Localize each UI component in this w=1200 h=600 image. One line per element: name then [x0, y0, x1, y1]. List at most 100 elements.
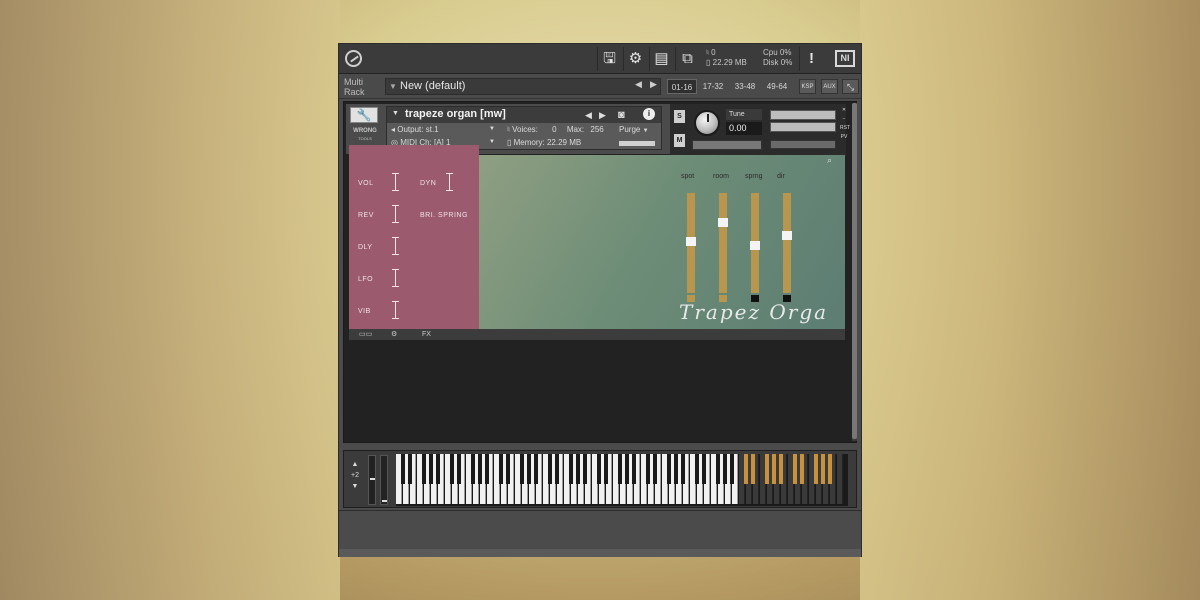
black-key[interactable] [436, 454, 440, 484]
solo-button[interactable]: S [674, 110, 685, 123]
tab-01-16[interactable]: 01-16 [667, 79, 697, 94]
next-instrument-icon[interactable]: ▶ [599, 110, 606, 121]
black-key[interactable] [779, 454, 783, 484]
midi-dropdown-icon[interactable]: ▼ [489, 139, 495, 145]
black-key[interactable] [751, 454, 755, 484]
black-key[interactable] [632, 454, 636, 484]
black-key[interactable] [828, 454, 832, 484]
black-key[interactable] [681, 454, 685, 484]
black-key[interactable] [772, 454, 776, 484]
black-key[interactable] [408, 454, 412, 484]
slider-dir[interactable] [782, 193, 792, 302]
output-dropdown-icon[interactable]: ▼ [489, 126, 495, 132]
black-key[interactable] [765, 454, 769, 484]
black-key[interactable] [478, 454, 482, 484]
black-key[interactable] [814, 454, 818, 484]
black-key[interactable] [716, 454, 720, 484]
black-key[interactable] [604, 454, 608, 484]
black-key[interactable] [674, 454, 678, 484]
piano-keyboard[interactable] [396, 454, 848, 506]
pitch-bend-wheel[interactable] [368, 455, 376, 505]
black-key[interactable] [695, 454, 699, 484]
aux-button[interactable]: AUX [821, 79, 838, 94]
black-key[interactable] [744, 454, 748, 484]
black-key[interactable] [548, 454, 552, 484]
octave-down-icon[interactable]: ▼ [348, 481, 362, 492]
slider-handle-dir[interactable] [782, 231, 792, 240]
instrument-title[interactable]: trapeze organ [mw] [405, 108, 506, 120]
black-key[interactable] [422, 454, 426, 484]
black-key[interactable] [527, 454, 531, 484]
black-key[interactable] [618, 454, 622, 484]
black-key[interactable] [793, 454, 797, 484]
collapse-arrow-icon[interactable]: ▼ [392, 110, 399, 117]
black-key[interactable] [485, 454, 489, 484]
multi-name-field[interactable]: ▼ New (default) [385, 78, 661, 95]
slider-handle-room[interactable] [718, 218, 728, 227]
white-key[interactable] [837, 454, 843, 504]
black-key[interactable] [506, 454, 510, 484]
vib-slider[interactable] [392, 301, 399, 319]
view-button[interactable]: ▤ [649, 47, 673, 71]
tune-knob[interactable] [694, 110, 720, 136]
vol-slider[interactable] [392, 173, 399, 191]
black-key[interactable] [821, 454, 825, 484]
rst-button[interactable]: RST [840, 124, 850, 133]
slider-room[interactable] [718, 193, 728, 302]
black-key[interactable] [429, 454, 433, 484]
close-icon[interactable]: ✕ [840, 106, 848, 115]
mute-button[interactable]: M [674, 134, 685, 147]
black-key[interactable] [583, 454, 587, 484]
black-key[interactable] [800, 454, 804, 484]
tab-33-48[interactable]: 33-48 [730, 79, 760, 94]
prev-instrument-icon[interactable]: ◀ [585, 110, 592, 121]
camera-icon[interactable]: ◙ [618, 109, 625, 121]
tab-17-32[interactable]: 17-32 [698, 79, 728, 94]
kontakt-logo-icon[interactable] [345, 50, 362, 67]
slider-sprng[interactable] [750, 193, 760, 302]
octave-up-icon[interactable]: ▲ [348, 459, 362, 470]
purge-button[interactable]: Purge ▼ [619, 124, 649, 137]
wrench-icon[interactable]: 🔧 [350, 107, 378, 123]
black-key[interactable] [667, 454, 671, 484]
black-key[interactable] [450, 454, 454, 484]
book-icon[interactable]: ▭▭ [359, 329, 372, 340]
options-button[interactable]: ⚙ [623, 47, 647, 71]
black-key[interactable] [401, 454, 405, 484]
tune-value[interactable]: 0.00 [726, 122, 762, 135]
rev-slider[interactable] [392, 205, 399, 223]
search-icon[interactable]: ⌕ [827, 155, 832, 166]
black-key[interactable] [723, 454, 727, 484]
resize-button[interactable]: ⧉ [675, 47, 699, 71]
black-key[interactable] [520, 454, 524, 484]
black-key[interactable] [625, 454, 629, 484]
save-button[interactable]: 🖫 [597, 47, 621, 71]
slider-handle-sprng[interactable] [750, 241, 760, 250]
settings-icon[interactable]: ⚙ [391, 329, 397, 340]
alert-button[interactable]: ! [799, 47, 823, 71]
rack-scrollbar[interactable] [852, 103, 857, 441]
output-row[interactable]: ◂ Output: st.1 [391, 124, 439, 136]
dyn-slider[interactable] [446, 173, 453, 191]
black-key[interactable] [646, 454, 650, 484]
tab-49-64[interactable]: 49-64 [762, 79, 792, 94]
black-key[interactable] [457, 454, 461, 484]
black-key[interactable] [702, 454, 706, 484]
prev-multi-icon[interactable]: ◀ [635, 79, 642, 90]
slider-handle-spot[interactable] [686, 237, 696, 246]
dly-slider[interactable] [392, 237, 399, 255]
black-key[interactable] [569, 454, 573, 484]
max-value[interactable]: 256 [590, 125, 603, 134]
pv-button[interactable]: PV [840, 133, 848, 142]
fx-tab[interactable]: FX [422, 329, 431, 340]
mod-wheel[interactable] [380, 455, 388, 505]
pan-slider[interactable] [692, 140, 762, 150]
black-key[interactable] [555, 454, 559, 484]
lfo-slider[interactable] [392, 269, 399, 287]
black-key[interactable] [534, 454, 538, 484]
info-icon[interactable]: i [643, 108, 655, 120]
black-key[interactable] [576, 454, 580, 484]
next-multi-icon[interactable]: ▶ [650, 79, 657, 90]
black-key[interactable] [653, 454, 657, 484]
black-key[interactable] [499, 454, 503, 484]
